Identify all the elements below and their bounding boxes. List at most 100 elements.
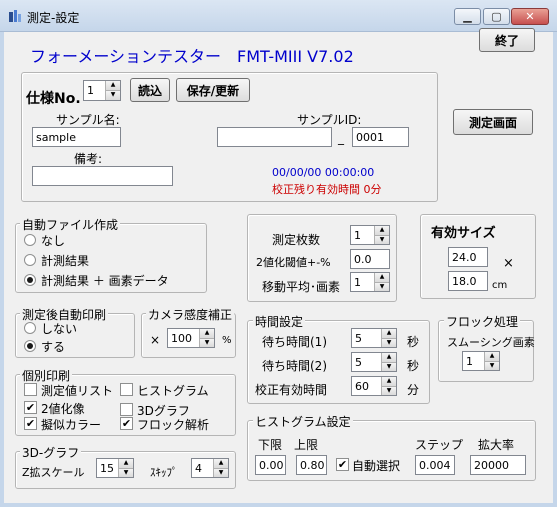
spin-up-icon[interactable]: ▲ [106,81,120,91]
maximize-button[interactable]: ▢ [483,8,510,25]
spin-down-icon[interactable]: ▼ [375,235,389,244]
spin-down-icon[interactable]: ▼ [106,91,120,100]
spin-up-icon[interactable]: ▲ [214,459,228,469]
skip-value[interactable]: 4 [192,459,213,477]
sample-id-label: サンプルID: [297,113,362,127]
pseudo-color-label[interactable]: 擬似カラー [41,416,101,433]
close-button[interactable]: ✕ [511,8,549,25]
camera-prefix: × [150,333,161,347]
histogram-settings-title: ヒストグラム設定 [253,413,353,430]
binary-image-checkbox[interactable]: ✔ [24,401,37,414]
wait2-label: 待ち時間(2) [262,359,327,373]
auto-print-yes-radio[interactable] [24,340,36,352]
hist-auto-checkbox[interactable]: ✔ [336,458,349,471]
measure-screen-button[interactable]: 測定画面 [453,109,533,135]
measure-list-checkbox[interactable] [24,383,37,396]
spin-down-icon[interactable]: ▼ [200,338,214,347]
hist-zoom-input[interactable]: 20000 [470,455,526,475]
wait1-value[interactable]: 5 [352,329,381,347]
effective-width-input[interactable]: 24.0 [448,247,488,267]
spec-no-spinner[interactable]: 1 ▲ ▼ [83,80,121,101]
wait2-value[interactable]: 5 [352,353,381,371]
auto-file-option-result[interactable]: 計測結果 [41,252,89,269]
spin-up-icon[interactable]: ▲ [382,377,396,387]
camera-value[interactable]: 100 [168,329,199,347]
histogram-checkbox[interactable] [120,383,133,396]
save-update-button[interactable]: 保存/更新 [176,78,250,102]
spin-down-icon[interactable]: ▼ [382,362,396,371]
graph3d-checkbox[interactable] [120,403,133,416]
hist-auto-label[interactable]: 自動選択 [352,457,400,474]
hist-lower-input[interactable]: 0.00 [255,455,286,475]
spin-up-icon[interactable]: ▲ [375,226,389,236]
auto-print-option-yes[interactable]: する [41,338,65,355]
spin-up-icon[interactable]: ▲ [382,329,396,339]
auto-file-option-result-pixel[interactable]: 計測結果 ＋ 画素データ [41,272,169,289]
spin-down-icon[interactable]: ▼ [214,468,228,477]
skip-label: ｽｷｯﾌﾟ [150,466,178,479]
spin-up-icon[interactable]: ▲ [382,353,396,363]
remarks-input[interactable] [32,166,173,186]
remarks-label: 備考: [74,152,103,166]
effective-height-input[interactable]: 18.0 [448,271,488,291]
hist-step-input[interactable]: 0.004 [415,455,455,475]
spin-up-icon[interactable]: ▲ [485,352,499,362]
hist-zoom-label: 拡大率 [478,438,515,452]
load-button[interactable]: 読込 [130,78,170,102]
graph3d-title: 3D-グラフ [20,444,82,461]
minimize-button[interactable]: ▁ [454,8,481,25]
calib-time-label: 校正有効時間 [255,383,328,397]
wait1-spinner[interactable]: 5 ▲ ▼ [351,328,397,348]
app-title: フォーメーションテスター FMT-MIII V7.02 [30,47,354,66]
moving-avg-label: 移動平均･画素 [262,280,341,294]
flock-analysis-checkbox[interactable]: ✔ [120,417,133,430]
spin-down-icon[interactable]: ▼ [485,361,499,370]
count-value[interactable]: 1 [351,226,374,244]
spin-up-icon[interactable]: ▲ [375,273,389,283]
skip-spinner[interactable]: 4 ▲ ▼ [191,458,229,478]
sample-id-input[interactable] [217,127,332,147]
smoothing-spinner[interactable]: 1 ▲ ▼ [462,351,500,371]
binary-image-label[interactable]: 2値化像 [41,400,85,417]
sample-id-separator: _ [338,131,344,145]
hist-upper-label: 上限 [294,438,319,452]
auto-file-none-radio[interactable] [24,234,36,246]
spin-down-icon[interactable]: ▼ [375,282,389,291]
spin-down-icon[interactable]: ▼ [382,386,396,395]
sample-name-input[interactable]: sample [32,127,121,147]
hist-upper-input[interactable]: 0.80 [296,455,327,475]
wait2-unit: 秒 [407,359,420,373]
sample-id-suffix-input[interactable]: 0001 [352,127,409,147]
spin-down-icon[interactable]: ▼ [119,468,133,477]
calib-time-value[interactable]: 60 [352,377,381,395]
auto-print-no-radio[interactable] [24,322,36,334]
auto-file-option-none[interactable]: なし [41,232,65,249]
spin-up-icon[interactable]: ▲ [119,459,133,469]
measure-list-label[interactable]: 測定値リスト [41,382,113,399]
flock-analysis-label[interactable]: フロック解析 [137,416,209,433]
calib-time-spinner[interactable]: 60 ▲ ▼ [351,376,397,396]
hist-lower-label: 下限 [258,438,283,452]
exit-button[interactable]: 終了 [479,28,535,52]
moving-avg-value[interactable]: 1 [351,273,374,291]
spin-down-icon[interactable]: ▼ [382,338,396,347]
auto-file-result-radio[interactable] [24,254,36,266]
camera-spinner[interactable]: 100 ▲ ▼ [167,328,215,348]
histogram-label[interactable]: ヒストグラム [137,382,209,399]
spec-no-value[interactable]: 1 [84,81,105,100]
wait1-label: 待ち時間(1) [262,335,327,349]
smoothing-value[interactable]: 1 [463,352,484,370]
wait1-unit: 秒 [407,335,420,349]
pseudo-color-checkbox[interactable]: ✔ [24,417,37,430]
effective-size-title: 有効サイズ [431,226,496,241]
threshold-input[interactable]: 0.0 [350,249,390,269]
auto-print-option-no[interactable]: しない [41,320,77,337]
spin-up-icon[interactable]: ▲ [200,329,214,339]
count-spinner[interactable]: 1 ▲ ▼ [350,225,390,245]
z-scale-value[interactable]: 15 [97,459,118,477]
calib-time-unit: 分 [407,383,420,397]
wait2-spinner[interactable]: 5 ▲ ▼ [351,352,397,372]
moving-avg-spinner[interactable]: 1 ▲ ▼ [350,272,390,292]
auto-file-result-pixel-radio[interactable] [24,274,36,286]
z-scale-spinner[interactable]: 15 ▲ ▼ [96,458,134,478]
